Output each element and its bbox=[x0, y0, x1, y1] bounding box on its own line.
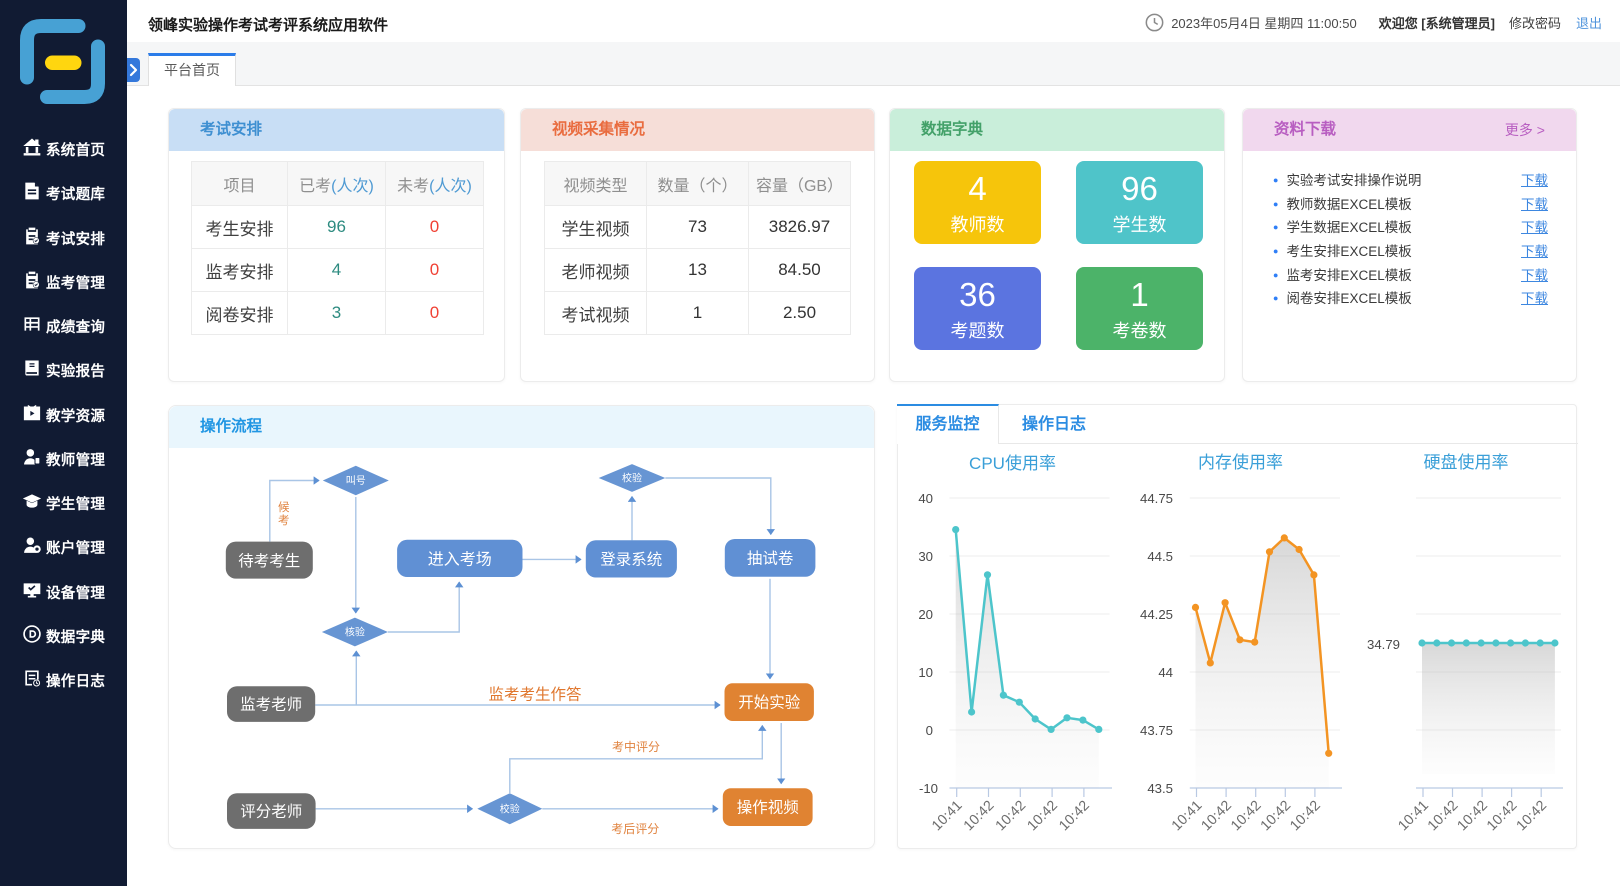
svg-text:考中评分: 考中评分 bbox=[612, 739, 660, 754]
svg-text:考后评分: 考后评分 bbox=[611, 822, 659, 836]
svg-text:10:42: 10:42 bbox=[1454, 798, 1491, 835]
svg-text:44.5: 44.5 bbox=[1147, 549, 1173, 564]
svg-text:待考考生: 待考考生 bbox=[238, 552, 300, 570]
svg-text:监考老师: 监考老师 bbox=[240, 696, 302, 714]
svg-text:内存使用率: 内存使用率 bbox=[1198, 452, 1283, 472]
svg-text:20: 20 bbox=[918, 607, 933, 622]
svg-text:抽试卷: 抽试卷 bbox=[747, 549, 794, 567]
svg-text:10:42: 10:42 bbox=[1425, 798, 1462, 835]
svg-text:候: 候 bbox=[278, 500, 290, 514]
svg-text:10:42: 10:42 bbox=[993, 798, 1030, 835]
svg-text:34.79: 34.79 bbox=[1367, 637, 1400, 652]
svg-text:10:42: 10:42 bbox=[1228, 798, 1265, 835]
svg-text:0: 0 bbox=[926, 723, 933, 738]
svg-text:10:41: 10:41 bbox=[1395, 798, 1432, 835]
svg-text:评分老师: 评分老师 bbox=[240, 803, 302, 821]
svg-text:10:42: 10:42 bbox=[1024, 798, 1061, 835]
svg-text:监考考生作答: 监考考生作答 bbox=[488, 686, 582, 704]
svg-text:操作视频: 操作视频 bbox=[737, 799, 799, 817]
svg-text:核验: 核验 bbox=[345, 626, 365, 639]
svg-text:登录系统: 登录系统 bbox=[600, 550, 662, 568]
svg-text:30: 30 bbox=[918, 549, 933, 564]
svg-text:44.75: 44.75 bbox=[1140, 491, 1173, 506]
svg-text:CPU使用率: CPU使用率 bbox=[969, 453, 1056, 473]
svg-text:10:42: 10:42 bbox=[1484, 798, 1521, 835]
svg-text:硬盘使用率: 硬盘使用率 bbox=[1424, 452, 1509, 472]
svg-text:10:42: 10:42 bbox=[1287, 798, 1324, 835]
svg-text:开始实验: 开始实验 bbox=[738, 694, 801, 712]
svg-text:10:42: 10:42 bbox=[1258, 798, 1295, 835]
svg-text:10: 10 bbox=[918, 665, 933, 680]
svg-text:-10: -10 bbox=[919, 781, 938, 796]
svg-text:考: 考 bbox=[278, 514, 290, 527]
svg-text:叫号: 叫号 bbox=[346, 475, 366, 487]
svg-text:10:42: 10:42 bbox=[1198, 798, 1235, 835]
svg-text:44: 44 bbox=[1158, 665, 1173, 680]
svg-text:10:42: 10:42 bbox=[1513, 798, 1550, 835]
svg-text:校验: 校验 bbox=[622, 472, 642, 485]
svg-text:10:41: 10:41 bbox=[1169, 798, 1206, 835]
svg-text:43.5: 43.5 bbox=[1147, 781, 1173, 796]
svg-text:40: 40 bbox=[918, 491, 933, 506]
svg-text:进入考场: 进入考场 bbox=[428, 550, 492, 568]
svg-text:校验: 校验 bbox=[500, 802, 520, 815]
svg-text:10:41: 10:41 bbox=[929, 798, 966, 835]
svg-text:44.25: 44.25 bbox=[1140, 607, 1173, 622]
svg-text:43.75: 43.75 bbox=[1140, 723, 1173, 738]
svg-text:10:42: 10:42 bbox=[1056, 798, 1093, 835]
svg-text:10:42: 10:42 bbox=[961, 798, 998, 835]
